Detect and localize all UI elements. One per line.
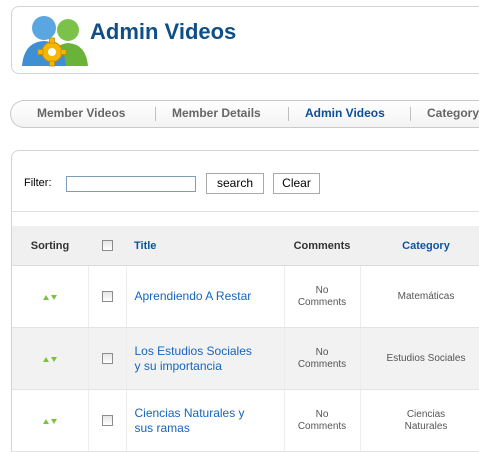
sort-arrows-icon[interactable]	[42, 355, 58, 363]
submenu-member-videos[interactable]: Member Videos	[37, 106, 125, 120]
sort-cell	[12, 327, 89, 390]
video-title-link[interactable]: Los Estudios Sociales y su importancia	[126, 327, 285, 390]
row-checkbox[interactable]	[101, 353, 113, 365]
clear-button[interactable]: Clear	[273, 173, 320, 194]
category-cell: Ciencias Naturales	[360, 389, 479, 452]
sort-arrows-icon[interactable]	[42, 293, 58, 301]
row-checkbox[interactable]	[101, 291, 113, 303]
filter-label: Filter:	[24, 177, 52, 189]
page-title: Admin Videos	[90, 19, 237, 44]
search-button[interactable]: search	[206, 173, 264, 194]
table-row: Aprendiendo A Restar No Comments Matemáti…	[12, 265, 479, 328]
category-cell: Matemáticas	[360, 265, 479, 328]
submenu-divider	[155, 107, 156, 121]
video-title-link[interactable]: Ciencias Naturales y sus ramas	[126, 389, 285, 452]
column-header-sorting: Sorting	[12, 226, 88, 266]
divider	[12, 211, 479, 212]
column-header-select	[88, 226, 126, 266]
video-title-link[interactable]: Aprendiendo A Restar	[126, 265, 285, 328]
column-header-title[interactable]: Title	[126, 226, 284, 266]
sort-cell	[12, 389, 89, 452]
column-header-comments: Comments	[284, 226, 360, 266]
filter-input[interactable]	[66, 176, 196, 192]
comments-cell: No Comments	[284, 389, 361, 452]
comments-cell: No Comments	[284, 327, 361, 390]
category-cell: Estudios Sociales	[360, 327, 479, 390]
row-checkbox[interactable]	[101, 415, 113, 427]
users-gear-icon	[22, 16, 88, 67]
videos-table: Sorting Title Comments Category Aprendie…	[12, 226, 479, 452]
select-cell	[88, 327, 127, 390]
sort-cell	[12, 265, 89, 328]
submenu-divider	[288, 107, 289, 121]
submenu-divider	[410, 107, 411, 121]
select-cell	[88, 265, 127, 328]
table-row: Ciencias Naturales y sus ramas No Comments…	[12, 389, 479, 452]
submenu-category[interactable]: Category	[427, 106, 479, 120]
select-all-checkbox[interactable]	[101, 240, 113, 252]
table-row: Los Estudios Sociales y su importancia No…	[12, 327, 479, 390]
submenu-member-details[interactable]: Member Details	[172, 106, 261, 120]
comments-cell: No Comments	[284, 265, 361, 328]
sort-arrows-icon[interactable]	[42, 417, 58, 425]
select-cell	[88, 389, 127, 452]
submenu-admin-videos[interactable]: Admin Videos	[305, 106, 385, 120]
column-header-category[interactable]: Category	[360, 226, 479, 266]
